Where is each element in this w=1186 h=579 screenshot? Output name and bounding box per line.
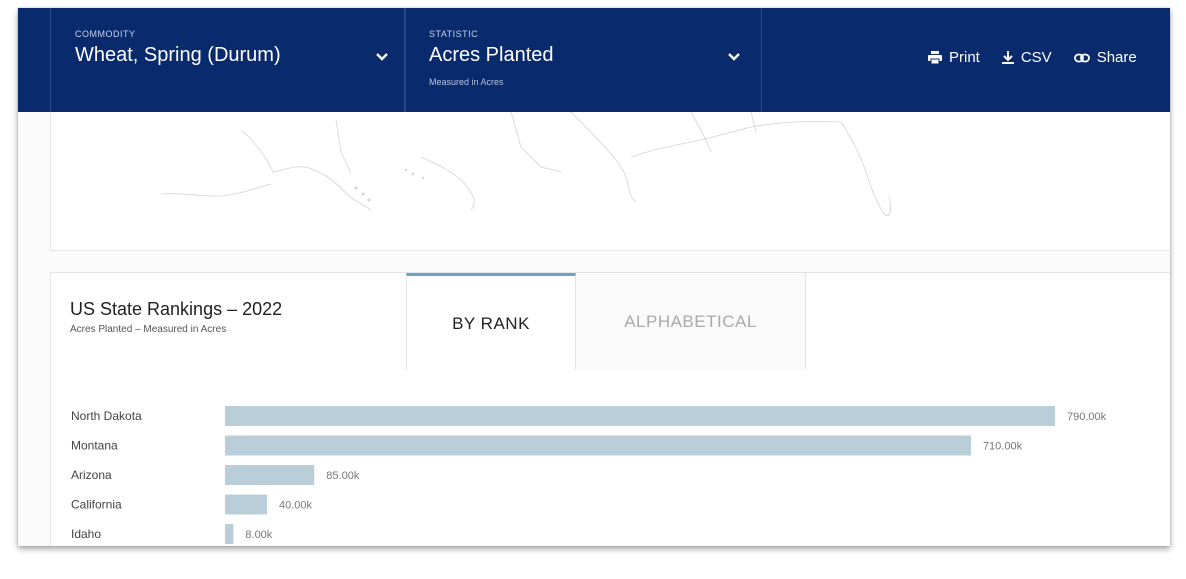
category-label: North Dakota <box>71 409 142 423</box>
value-label: 710.00k <box>983 441 1023 453</box>
share-label: Share <box>1096 49 1137 66</box>
chevron-down-icon <box>728 53 740 61</box>
tab-strip-filler <box>806 273 1170 371</box>
tab-by-rank[interactable]: BY RANK <box>406 273 576 371</box>
category-label: California <box>71 498 122 512</box>
map-outline <box>160 111 891 217</box>
value-label: 85.00k <box>326 470 360 482</box>
statistic-subtitle: Measured in Acres <box>429 77 504 87</box>
bar-chart: North Dakota 790.00k Montana 710.00k Arizona… <box>71 406 1107 544</box>
app-frame: COMMODITY Wheat, Spring (Durum) STATISTI… <box>18 8 1170 546</box>
category-label: Idaho <box>71 527 101 541</box>
action-bar: Print CSV Share <box>928 49 1159 66</box>
bar[interactable] <box>225 524 234 544</box>
link-icon <box>1073 53 1090 62</box>
commodity-value: Wheat, Spring (Durum) <box>75 44 281 66</box>
category-label: Arizona <box>71 468 112 482</box>
value-label: 40.00k <box>279 500 313 512</box>
bar[interactable] <box>225 494 268 515</box>
rankings-header: US State Rankings – 2022 Acres Planted –… <box>50 272 1170 371</box>
rankings-subtitle: Acres Planted – Measured in Acres <box>70 324 227 335</box>
share-button[interactable]: Share <box>1073 49 1137 66</box>
csv-label: CSV <box>1020 49 1052 66</box>
value-label: 8.00k <box>245 529 272 541</box>
commodity-selector[interactable]: COMMODITY Wheat, Spring (Durum) <box>50 8 406 112</box>
statistic-selector[interactable]: STATISTIC Acres Planted Measured in Acre… <box>404 8 762 112</box>
category-label: Montana <box>71 439 118 453</box>
print-button[interactable]: Print <box>928 49 980 66</box>
print-label: Print <box>949 49 980 66</box>
commodity-caption: COMMODITY <box>75 29 136 39</box>
chevron-down-icon <box>376 53 388 61</box>
download-icon <box>1001 51 1014 64</box>
top-bar: COMMODITY Wheat, Spring (Durum) STATISTI… <box>18 8 1170 112</box>
us-map[interactable] <box>50 111 1170 251</box>
tab-alphabetical[interactable]: ALPHABETICAL <box>576 273 806 371</box>
statistic-value: Acres Planted <box>429 44 554 66</box>
bar[interactable] <box>225 465 315 485</box>
bar[interactable] <box>225 435 971 456</box>
csv-button[interactable]: CSV <box>1001 49 1052 66</box>
rankings-title: US State Rankings – 2022 <box>70 299 283 319</box>
statistic-caption: STATISTIC <box>429 29 479 39</box>
printer-icon <box>928 51 942 64</box>
value-label: 790.00k <box>1067 411 1107 423</box>
rankings-chart: North Dakota 790.00k Montana 710.00k Arizona… <box>50 370 1170 546</box>
bar[interactable] <box>225 406 1055 426</box>
